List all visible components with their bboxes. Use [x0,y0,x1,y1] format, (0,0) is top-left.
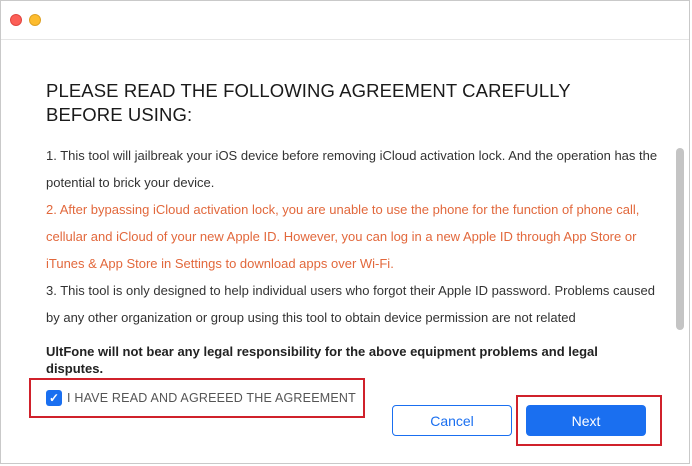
scrollbar-thumb[interactable] [676,148,684,330]
agree-checkbox[interactable]: ✓ [46,390,62,406]
page-title-line-2: BEFORE USING: [46,104,193,125]
agreement-item-3: 3. This tool is only designed to help in… [46,283,655,325]
checkmark-icon: ✓ [48,391,60,405]
cancel-button[interactable]: Cancel [392,405,512,436]
page-title: PLEASE READ THE FOLLOWING AGREEMENT CARE… [46,79,666,127]
next-button[interactable]: Next [526,405,646,436]
close-window-icon[interactable] [10,14,22,26]
minimize-window-icon[interactable] [29,14,41,26]
agreement-item-2: 2. After bypassing iCloud activation loc… [46,202,640,271]
agreement-item-1: 1. This tool will jailbreak your iOS dev… [46,148,658,190]
page-title-line-1: PLEASE READ THE FOLLOWING AGREEMENT CARE… [46,80,571,101]
agreement-scrollbar[interactable] [675,148,685,330]
title-bar [1,1,689,40]
agree-checkbox-row[interactable]: ✓ I HAVE READ AND AGREEED THE AGREEMENT [29,378,365,418]
legal-disclaimer: UltFone will not bear any legal responsi… [46,344,598,376]
agreement-text-area[interactable]: 1. This tool will jailbreak your iOS dev… [46,142,672,332]
agree-checkbox-label[interactable]: I HAVE READ AND AGREEED THE AGREEMENT [67,391,356,405]
